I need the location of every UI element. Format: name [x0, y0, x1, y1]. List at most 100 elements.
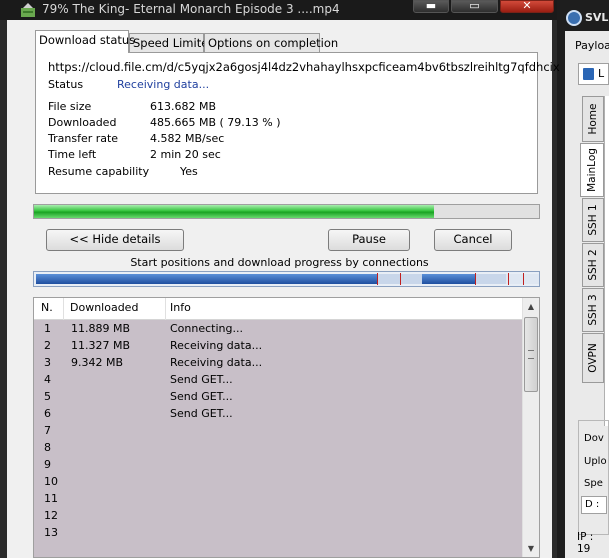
cancel-button[interactable]: Cancel [434, 229, 512, 251]
downloaded-value: 485.665 MB ( 79.13 % ) [150, 116, 281, 129]
tab-home-label: Home [587, 103, 599, 135]
resume-capability-label: Resume capability [48, 165, 150, 178]
table-row[interactable]: 2 11.327 MB Receiving data... [34, 337, 522, 354]
window-title: 79% The King- Eternal Monarch Episode 3 … [42, 2, 340, 16]
ip-label: IP : 19 [577, 531, 594, 555]
time-left-label: Time left [48, 148, 97, 161]
tab-ovpn-label: OVPN [587, 343, 599, 373]
row-number: 1 [44, 322, 51, 335]
title-bar[interactable]: 79% The King- Eternal Monarch Episode 3 … [0, 0, 557, 20]
connection-marker [377, 273, 378, 285]
connection-segment [36, 274, 377, 284]
row-downloaded: 11.327 MB [71, 339, 131, 352]
table-row[interactable]: 10 [34, 473, 522, 490]
maximize-button[interactable]: ▭ [451, 0, 498, 13]
row-number: 6 [44, 407, 51, 420]
column-header-n[interactable]: N. [41, 301, 53, 314]
download-status-panel: https://cloud.file.cm/d/c5yqjx2a6gosj4l4… [35, 52, 609, 194]
close-button[interactable]: ✕ [500, 0, 554, 13]
minimize-button[interactable]: ▬ [413, 0, 449, 13]
payload-select-text: L [598, 67, 605, 80]
tab-ssh2-label: SSH 2 [587, 249, 599, 281]
payload-select[interactable]: L [578, 63, 609, 85]
tab-ssh1[interactable]: SSH 1 [582, 198, 604, 242]
table-row[interactable]: 5 Send GET... [34, 388, 522, 405]
row-number: 3 [44, 356, 51, 369]
table-row[interactable]: 3 9.342 MB Receiving data... [34, 354, 522, 371]
table-row[interactable]: 13 [34, 524, 522, 541]
row-number: 11 [44, 492, 58, 505]
scroll-up-icon[interactable]: ▲ [523, 298, 539, 315]
scroll-down-icon[interactable]: ▼ [523, 540, 539, 557]
close-icon: ✕ [522, 0, 532, 12]
background-window: SVL Payloa L Home MainLog SSH 1 SSH 2 SS… [560, 0, 609, 558]
list-header: N. Downloaded Info [34, 298, 539, 320]
row-number: 4 [44, 373, 51, 386]
background-window-title: SVL [585, 11, 609, 24]
upload-stat-label: Uplo [584, 456, 607, 467]
connections-list[interactable]: N. Downloaded Info 1 11.889 MB Connecting.… [33, 297, 540, 558]
mainlog-content [604, 96, 609, 426]
time-left-value: 2 min 20 sec [150, 148, 221, 161]
row-number: 9 [44, 458, 51, 471]
table-row[interactable]: 6 Send GET... [34, 405, 522, 422]
table-row[interactable]: 11 [34, 490, 522, 507]
file-size-value: 613.682 MB [150, 100, 217, 113]
vertical-scrollbar[interactable]: ▲ ▼ [522, 298, 539, 557]
table-row[interactable]: 7 [34, 422, 522, 439]
tab-ssh1-label: SSH 1 [587, 204, 599, 236]
column-separator[interactable] [165, 298, 166, 320]
tab-speed-limiter[interactable]: Speed Limiter [129, 33, 213, 52]
list-rows: 1 11.889 MB Connecting... 2 11.327 MB Receivi… [34, 320, 522, 557]
connection-segment [422, 274, 476, 284]
column-header-info[interactable]: Info [170, 301, 191, 314]
background-client: Payloa L Home MainLog SSH 1 SSH 2 SSH 3 … [565, 31, 609, 558]
download-url: https://cloud.file.cm/d/c5yqjx2a6gosj4l4… [48, 60, 609, 74]
row-number: 13 [44, 526, 58, 539]
row-number: 8 [44, 441, 51, 454]
tab-home[interactable]: Home [582, 96, 604, 142]
background-title-bar[interactable]: SVL [560, 7, 609, 31]
connection-marker [400, 273, 401, 285]
maximize-icon: ▭ [469, 0, 480, 12]
connection-marker [508, 273, 509, 285]
downloaded-label: Downloaded [48, 116, 117, 129]
tab-options-on-completion[interactable]: Options on completion [204, 33, 338, 52]
table-row[interactable]: 8 [34, 439, 522, 456]
column-separator[interactable] [63, 298, 64, 320]
tab-mainlog-label: MainLog [586, 148, 598, 192]
tab-ssh2[interactable]: SSH 2 [582, 243, 604, 287]
tab-download-status[interactable]: Download status [35, 30, 135, 53]
connection-gap [476, 274, 506, 284]
tab-ovpn[interactable]: OVPN [582, 333, 604, 383]
vertical-tabs: Home MainLog SSH 1 SSH 2 SSH 3 OVPN [580, 96, 604, 389]
tab-ssh3[interactable]: SSH 3 [582, 288, 604, 332]
idm-download-icon [21, 3, 35, 17]
row-info: Receiving data... [170, 356, 263, 369]
table-row[interactable]: 12 [34, 507, 522, 524]
file-size-label: File size [48, 100, 92, 113]
status-label: Status [48, 78, 84, 91]
table-row[interactable]: 4 Send GET... [34, 371, 522, 388]
pause-button[interactable]: Pause [328, 229, 410, 251]
row-info: Send GET... [170, 373, 233, 386]
row-number: 7 [44, 424, 51, 437]
resume-capability-value: Yes [180, 165, 198, 178]
status-value: Receiving data... [117, 78, 210, 91]
download-window: 79% The King- Eternal Monarch Episode 3 … [0, 0, 609, 558]
table-row[interactable]: 9 [34, 456, 522, 473]
scroll-thumb[interactable] [524, 317, 538, 392]
hide-details-button[interactable]: << Hide details [46, 229, 184, 251]
table-row[interactable]: 1 11.889 MB Connecting... [34, 320, 522, 337]
column-header-downloaded[interactable]: Downloaded [70, 301, 138, 314]
row-info: Send GET... [170, 407, 233, 420]
row-number: 5 [44, 390, 51, 403]
connections-progress-bar [33, 271, 540, 287]
row-info: Connecting... [170, 322, 243, 335]
minimize-icon: ▬ [425, 0, 437, 12]
speed-field[interactable]: D : [581, 496, 607, 514]
row-number: 10 [44, 475, 58, 488]
row-number: 2 [44, 339, 51, 352]
row-downloaded: 11.889 MB [71, 322, 131, 335]
tab-mainlog[interactable]: MainLog [580, 143, 604, 197]
